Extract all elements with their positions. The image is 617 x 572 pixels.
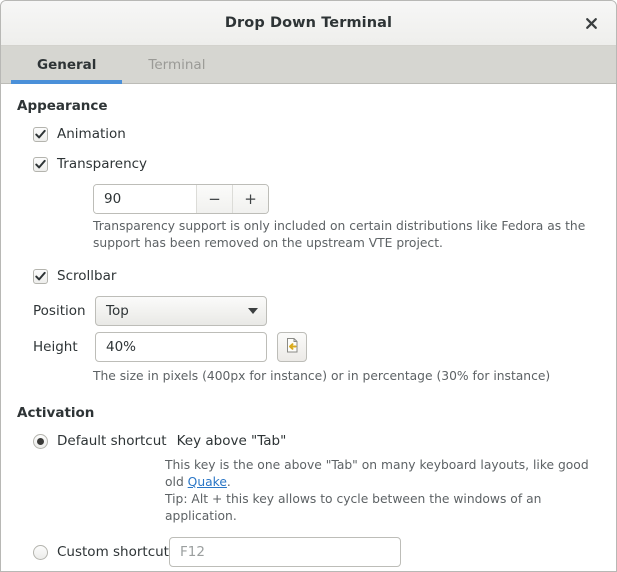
default-shortcut-desc-part2: . — [226, 475, 231, 489]
custom-shortcut-input[interactable]: F12 — [168, 537, 401, 567]
position-row: Position Top — [17, 296, 600, 326]
transparency-checkbox[interactable] — [33, 156, 48, 172]
transparency-increment-button[interactable]: + — [232, 185, 268, 213]
quake-link[interactable]: Quake — [188, 475, 227, 489]
appearance-section-title: Appearance — [17, 98, 108, 114]
tab-terminal-label: Terminal — [148, 56, 206, 73]
default-shortcut-description: This key is the one above "Tab" on many … — [17, 457, 600, 525]
default-shortcut-row: Default shortcut Key above "Tab" — [17, 427, 600, 455]
transparency-row: Transparency — [17, 150, 600, 178]
tab-bar: General Terminal — [1, 46, 616, 84]
height-label: Height — [33, 339, 78, 355]
default-shortcut-tip: Tip: Alt + this key allows to cycle betw… — [165, 492, 542, 523]
radio-dot — [37, 437, 44, 445]
height-row: Height 40% — [17, 332, 600, 362]
scrollbar-label: Scrollbar — [57, 268, 117, 284]
transparency-label: Transparency — [57, 156, 148, 172]
tab-general[interactable]: General — [11, 46, 123, 84]
position-dropdown[interactable]: Top — [95, 296, 267, 326]
transparency-help-text: Transparency support is only included on… — [93, 219, 586, 250]
tab-terminal[interactable]: Terminal — [122, 46, 231, 83]
preferences-content: Appearance Animation Transparency 90 − +… — [1, 84, 616, 571]
transparency-spinner-row: 90 − + — [17, 184, 600, 214]
scrollbar-row: Scrollbar — [17, 262, 600, 290]
titlebar: Drop Down Terminal — [1, 1, 616, 46]
chevron-down-icon — [248, 308, 258, 314]
window-title: Drop Down Terminal — [224, 15, 393, 31]
tab-general-label: General — [37, 56, 97, 73]
close-button[interactable] — [576, 8, 606, 38]
animation-row: Animation — [17, 120, 600, 148]
custom-shortcut-row: Custom shortcut F12 — [17, 537, 600, 567]
close-icon — [585, 17, 598, 30]
transparency-spinner[interactable]: 90 − + — [93, 184, 269, 214]
height-input[interactable]: 40% — [95, 332, 267, 362]
preferences-window: Drop Down Terminal General Terminal Appe… — [0, 0, 617, 572]
activation-section-title: Activation — [17, 405, 95, 421]
animation-checkbox[interactable] — [33, 126, 48, 142]
transparency-value-input[interactable]: 90 — [94, 185, 196, 213]
default-shortcut-label: Default shortcut — [57, 433, 167, 449]
transparency-decrement-button[interactable]: − — [196, 185, 232, 213]
height-help-text: The size in pixels (400px for instance) … — [93, 369, 551, 383]
default-shortcut-radio[interactable] — [33, 433, 48, 449]
scrollbar-checkbox[interactable] — [33, 268, 48, 284]
document-revert-icon — [284, 337, 301, 358]
custom-shortcut-label: Custom shortcut — [57, 544, 169, 560]
default-shortcut-value: Key above "Tab" — [176, 433, 287, 449]
height-reset-button[interactable] — [277, 332, 307, 362]
custom-shortcut-radio[interactable] — [33, 544, 48, 560]
animation-label: Animation — [57, 126, 126, 142]
position-selected-value: Top — [106, 303, 129, 319]
position-label: Position — [33, 303, 86, 319]
